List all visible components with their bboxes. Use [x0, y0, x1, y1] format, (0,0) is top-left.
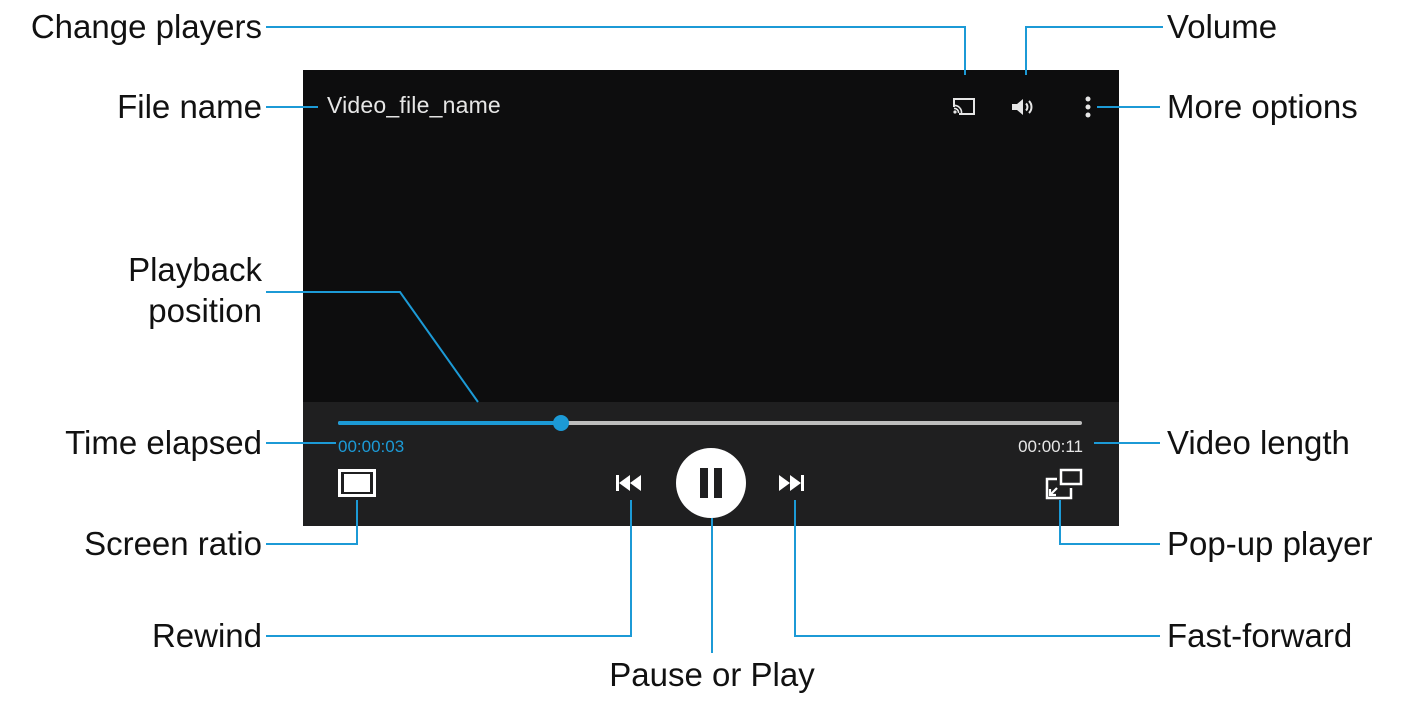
callout-pause-or-play: Pause or Play — [609, 656, 815, 693]
video-player: Video_file_name 00:00:03 00:00:11 — [303, 70, 1119, 526]
leader-change-players — [266, 26, 966, 75]
callout-more-options: More options — [1167, 88, 1358, 125]
change-players-icon[interactable] — [949, 92, 979, 122]
callout-volume: Volume — [1167, 8, 1278, 45]
callout-popup-player: Pop-up player — [1167, 525, 1373, 562]
playback-progress-fill — [338, 421, 562, 425]
diagram-stage: Video_file_name 00:00:03 00:00:11 Change… — [0, 0, 1408, 721]
time-elapsed-text: 00:00:03 — [338, 437, 405, 456]
callout-time-elapsed: Time elapsed — [65, 424, 262, 461]
volume-icon[interactable] — [1008, 92, 1038, 122]
callout-screen-ratio: Screen ratio — [84, 525, 262, 562]
callout-file-name: File name — [117, 88, 262, 125]
rewind-icon[interactable] — [614, 468, 644, 498]
callout-rewind: Rewind — [151, 617, 262, 654]
fast-forward-icon[interactable] — [776, 468, 806, 498]
leader-volume — [1025, 26, 1163, 75]
pause-icon — [700, 468, 722, 498]
playback-position-bar[interactable] — [338, 415, 1082, 431]
controls-bar: 00:00:03 00:00:11 — [303, 402, 1119, 526]
callout-video-length: Video length — [1167, 424, 1350, 461]
screen-ratio-icon[interactable] — [337, 468, 377, 498]
popup-player-icon[interactable] — [1044, 468, 1084, 500]
pause-play-button[interactable] — [676, 448, 746, 518]
video-length-text: 00:00:11 — [1018, 437, 1083, 456]
playback-position-handle[interactable] — [553, 415, 570, 431]
more-options-icon[interactable] — [1073, 92, 1103, 122]
callout-playback-position-line1: Playback — [128, 251, 262, 288]
callout-fast-forward: Fast-forward — [1167, 617, 1353, 654]
callout-playback-position-line2: position — [148, 292, 262, 329]
callout-change-players: Change players — [30, 8, 262, 45]
file-name-text: Video_file_name — [327, 92, 501, 118]
